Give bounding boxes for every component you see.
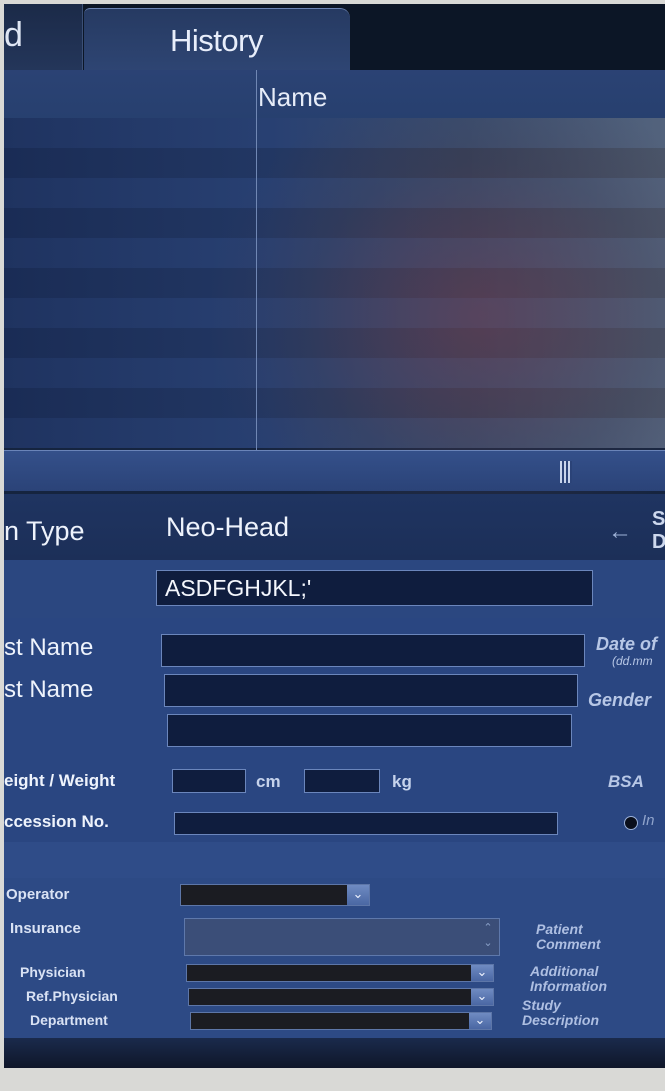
in-radio[interactable]	[624, 816, 638, 830]
gender-label: Gender	[588, 690, 652, 710]
operator-label: Operator	[6, 886, 70, 903]
name-section: st Name st Name Date of (dd.mm Gender	[4, 618, 665, 761]
form-spacer	[4, 842, 665, 878]
bsa-label: BSA	[608, 772, 644, 791]
exam-type-bar: n Type Neo-Head ← S D	[4, 494, 665, 561]
department-dropdown[interactable]: ⌄	[190, 1012, 492, 1030]
patient-form: n Type Neo-Head ← S D ASDFGHJKL;' st Nam…	[4, 494, 665, 1068]
arrow-left-icon[interactable]: ←	[608, 518, 632, 546]
tab-history-label: History	[170, 23, 263, 58]
list-row[interactable]	[4, 388, 665, 418]
accession-row: ccession No. In	[4, 802, 665, 843]
chevron-down-icon[interactable]: ⌄	[347, 885, 369, 905]
list-row[interactable]	[4, 118, 665, 148]
additional-information-label: Additional Information	[530, 964, 607, 994]
patient-id-value: ASDFGHJKL;'	[165, 575, 312, 601]
additional-information-line-2: Information	[530, 978, 607, 994]
scroll-arrows-icon[interactable]: ⌃ ⌄	[479, 921, 497, 953]
weight-field[interactable]	[304, 769, 380, 793]
side-button[interactable]: S D	[652, 508, 665, 554]
date-of-birth-label: Date of	[596, 634, 658, 654]
list-row[interactable]	[4, 328, 665, 358]
chevron-down-icon[interactable]: ⌄	[469, 1013, 491, 1029]
height-weight-label: eight / Weight	[4, 771, 116, 790]
tab-partial-left-label: d	[4, 16, 23, 54]
patient-comment-line-1: Patient	[536, 921, 583, 937]
list-row[interactable]	[4, 178, 665, 208]
height-weight-row: eight / Weight cm kg BSA	[4, 760, 665, 803]
side-button-line-1: S	[652, 508, 665, 530]
insurance-field[interactable]: ⌃ ⌄	[184, 918, 500, 956]
date-format-hint: (dd.mm	[612, 654, 653, 668]
list-row[interactable]	[4, 268, 665, 298]
first-name-label: st Name	[4, 634, 94, 661]
column-divider	[256, 70, 257, 450]
study-description-label: Study Description	[522, 998, 599, 1028]
tab-partial-left[interactable]: d	[4, 4, 83, 70]
list-row[interactable]	[4, 298, 665, 328]
accession-label: ccession No.	[4, 812, 109, 831]
in-label: In	[642, 812, 655, 829]
additional-information-line-1: Additional	[530, 963, 599, 979]
study-description-line-2: Description	[522, 1012, 600, 1028]
middle-name-field[interactable]	[167, 714, 572, 747]
last-name-label: st Name	[4, 676, 94, 703]
ref-physician-dropdown[interactable]: ⌄	[188, 988, 494, 1006]
height-field[interactable]	[172, 769, 246, 793]
screen: d History Name n Type Neo-Head ← S D ASD…	[4, 4, 665, 1068]
department-label: Department	[30, 1012, 108, 1028]
patient-id-field[interactable]: ASDFGHJKL;'	[156, 570, 593, 606]
list-row[interactable]	[4, 358, 665, 388]
list-header: Name	[4, 70, 665, 119]
chevron-down-icon[interactable]: ⌄	[471, 989, 493, 1005]
insurance-label: Insurance	[10, 920, 81, 937]
scrollbar-thumb[interactable]	[560, 461, 572, 483]
operator-dropdown[interactable]: ⌄	[180, 884, 370, 906]
tab-history[interactable]: History	[84, 8, 350, 71]
tab-bar: d History	[4, 4, 665, 71]
accession-field[interactable]	[174, 812, 558, 835]
horizontal-scrollbar[interactable]	[4, 450, 665, 491]
physician-label: Physician	[20, 964, 86, 980]
side-button-line-2: D	[652, 531, 665, 553]
screen-bottom-edge	[4, 1038, 665, 1068]
list-row[interactable]	[4, 418, 665, 448]
list-row[interactable]	[4, 148, 665, 178]
ref-physician-label: Ref.Physician	[26, 988, 118, 1004]
patient-list	[4, 118, 665, 558]
study-description-line-1: Study	[522, 997, 561, 1013]
patient-comment-label: Patient Comment	[536, 922, 601, 952]
column-header-name[interactable]: Name	[258, 82, 327, 113]
list-row[interactable]	[4, 238, 665, 268]
patient-id-row: ASDFGHJKL;'	[4, 560, 665, 619]
patient-comment-line-2: Comment	[536, 936, 601, 952]
list-row[interactable]	[4, 208, 665, 238]
cm-unit: cm	[256, 772, 281, 791]
first-name-field[interactable]	[161, 634, 585, 667]
exam-type-label: n Type	[4, 516, 85, 546]
last-name-field[interactable]	[164, 674, 578, 707]
physician-dropdown[interactable]: ⌄	[186, 964, 494, 982]
exam-type-value[interactable]: Neo-Head	[166, 512, 289, 543]
study-section: Operator ⌄ Insurance ⌃ ⌄ Patient Comment …	[4, 878, 665, 1038]
kg-unit: kg	[392, 772, 412, 791]
chevron-down-icon[interactable]: ⌄	[471, 965, 493, 981]
